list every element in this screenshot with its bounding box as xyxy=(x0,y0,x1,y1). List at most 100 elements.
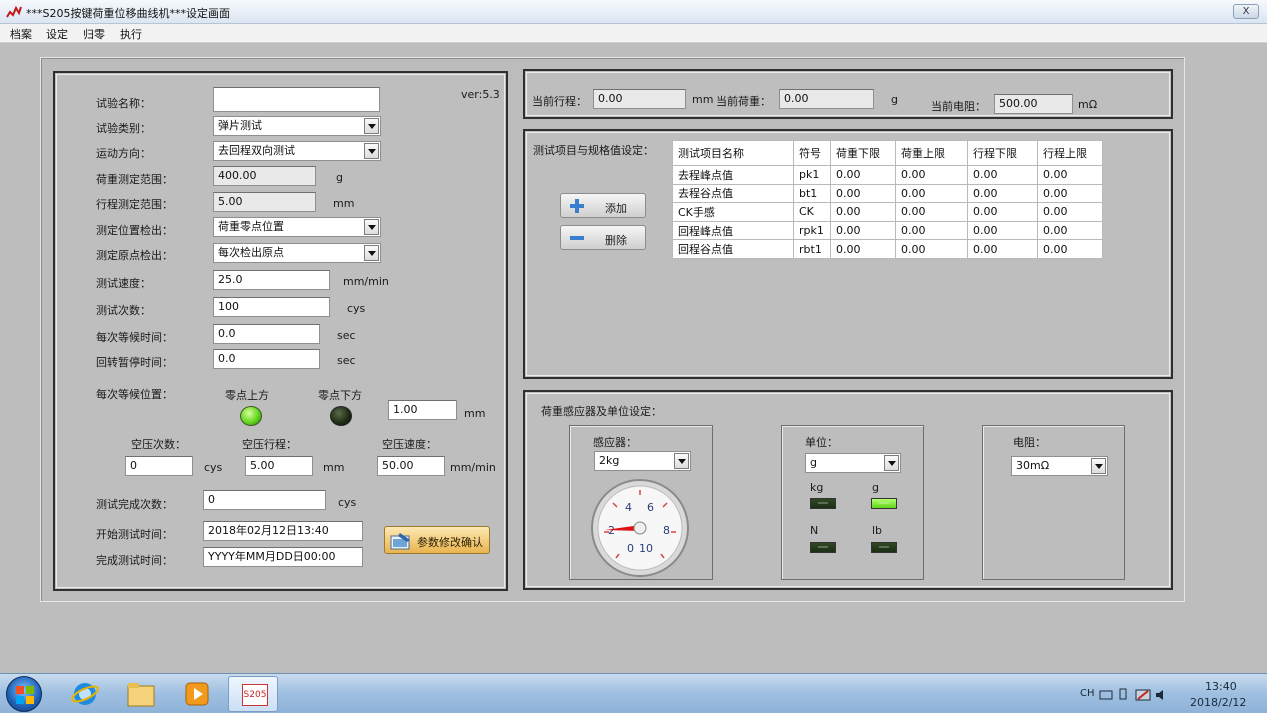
taskbar-s205[interactable]: S205 xyxy=(228,676,278,712)
taskbar-explorer[interactable] xyxy=(116,676,166,712)
origin-detect-select[interactable]: 每次检出原点 xyxy=(213,243,381,263)
table-cell[interactable]: 0.00 xyxy=(895,165,968,185)
taskbar-media[interactable] xyxy=(172,676,222,712)
start-button[interactable] xyxy=(6,676,42,712)
below-zero-indicator[interactable] xyxy=(330,406,352,426)
chevron-down-icon[interactable] xyxy=(1091,458,1106,474)
close-button[interactable]: X xyxy=(1233,4,1259,19)
position-detect-select[interactable]: 荷重零点位置 xyxy=(213,217,381,237)
air-stroke-input[interactable]: 5.00 xyxy=(245,456,313,476)
chevron-down-icon[interactable] xyxy=(364,245,379,261)
unit-select[interactable]: g xyxy=(805,453,901,473)
load-range-field[interactable]: 400.00 xyxy=(213,166,316,186)
chevron-down-icon[interactable] xyxy=(884,455,899,471)
clock-time[interactable]: 13:40 xyxy=(1205,680,1237,693)
table-cell[interactable]: bt1 xyxy=(793,183,831,204)
menu-zero[interactable]: 归零 xyxy=(83,26,105,42)
test-type-label: 试验类别： xyxy=(96,122,151,135)
table-cell[interactable]: rbt1 xyxy=(793,239,831,259)
completed-count-field[interactable]: 0 xyxy=(203,490,326,510)
add-button[interactable]: 添加 xyxy=(560,193,646,218)
current-resistance-label: 当前电阻： xyxy=(931,100,986,113)
table-cell[interactable]: 0.00 xyxy=(967,183,1038,204)
table-cell[interactable]: 0.00 xyxy=(830,165,896,185)
table-cell[interactable]: 0.00 xyxy=(1037,220,1103,241)
current-stroke-unit: mm xyxy=(692,93,714,106)
air-count-input[interactable]: 0 xyxy=(125,456,193,476)
wait-time-input[interactable]: 0.0 xyxy=(213,324,320,344)
table-cell[interactable]: 0.00 xyxy=(1037,202,1103,222)
table-cell[interactable]: 0.00 xyxy=(967,202,1038,222)
end-time-field[interactable]: YYYY年MM月DD日00:00 xyxy=(203,547,363,567)
table-cell[interactable]: 0.00 xyxy=(830,202,896,222)
table-cell[interactable]: rpk1 xyxy=(793,220,831,241)
current-stroke-field[interactable]: 0.00 xyxy=(593,89,686,109)
position-detect-value: 荷重零点位置 xyxy=(218,220,284,233)
table-cell[interactable]: 0.00 xyxy=(1037,239,1103,259)
table-cell[interactable]: 0.00 xyxy=(1037,183,1103,204)
table-cell[interactable]: 0.00 xyxy=(1037,165,1103,185)
test-name-input[interactable] xyxy=(213,87,380,112)
table-cell[interactable]: 0.00 xyxy=(895,183,968,204)
sensor-select[interactable]: 2kg xyxy=(594,451,691,471)
direction-value: 去回程双向测试 xyxy=(218,144,295,157)
test-type-select[interactable]: 弹片测试 xyxy=(213,116,381,136)
pause-time-input[interactable]: 0.0 xyxy=(213,349,320,369)
chevron-down-icon[interactable] xyxy=(364,143,379,159)
delete-label: 删除 xyxy=(605,234,627,247)
confirm-params-button[interactable]: 参数修改确认 xyxy=(384,526,490,554)
table-cell[interactable]: 0.00 xyxy=(830,183,896,204)
above-zero-indicator[interactable] xyxy=(240,406,262,426)
chevron-down-icon[interactable] xyxy=(674,453,689,469)
table-cell[interactable]: 0.00 xyxy=(830,220,896,241)
table-row[interactable]: 去程峰点值 pk1 0.00 0.00 0.00 0.00 xyxy=(672,165,1103,185)
table-cell[interactable]: 去程谷点值 xyxy=(672,183,794,204)
current-load-field[interactable]: 0.00 xyxy=(779,89,874,109)
table-cell[interactable]: 回程谷点值 xyxy=(672,239,794,259)
table-cell[interactable]: 0.00 xyxy=(967,220,1038,241)
start-time-field[interactable]: 2018年02月12日13:40 xyxy=(203,521,363,541)
table-cell[interactable]: 0.00 xyxy=(967,239,1038,259)
menu-file[interactable]: 档案 xyxy=(10,26,32,42)
gauge-tick-label: 0 xyxy=(627,542,634,555)
table-cell[interactable]: 0.00 xyxy=(967,165,1038,185)
table-cell[interactable]: pk1 xyxy=(793,165,831,185)
wait-position-input[interactable]: 1.00 xyxy=(388,400,457,420)
gauge-tick-label: 4 xyxy=(625,501,632,514)
version-label: ver:5.3 xyxy=(461,88,500,101)
speed-input[interactable]: 25.0 xyxy=(213,270,330,290)
air-speed-input[interactable]: 50.00 xyxy=(377,456,445,476)
unit-value: g xyxy=(810,456,817,469)
table-row[interactable]: CK手感 CK 0.00 0.00 0.00 0.00 xyxy=(672,202,1103,222)
table-row[interactable]: 回程谷点值 rbt1 0.00 0.00 0.00 0.00 xyxy=(672,239,1103,259)
delete-button[interactable]: 删除 xyxy=(560,225,646,250)
input-language-indicator[interactable]: CH xyxy=(1080,688,1095,699)
direction-select[interactable]: 去回程双向测试 xyxy=(213,141,381,161)
air-count-unit: cys xyxy=(204,461,223,474)
current-resistance-unit: mΩ xyxy=(1078,98,1098,111)
table-cell[interactable]: CK手感 xyxy=(672,202,794,222)
table-cell[interactable]: CK xyxy=(793,202,831,222)
menu-run[interactable]: 执行 xyxy=(120,26,142,42)
table-cell[interactable]: 0.00 xyxy=(895,202,968,222)
unit-g-label: g xyxy=(872,481,879,494)
resistance-select[interactable]: 30mΩ xyxy=(1011,456,1108,476)
chevron-down-icon[interactable] xyxy=(364,118,379,134)
table-cell[interactable]: 去程峰点值 xyxy=(672,165,794,185)
table-cell[interactable]: 0.00 xyxy=(895,239,968,259)
stroke-range-field[interactable]: 5.00 xyxy=(213,192,316,212)
table-cell[interactable]: 回程峰点值 xyxy=(672,220,794,241)
taskbar-ie[interactable] xyxy=(60,676,110,712)
chevron-down-icon[interactable] xyxy=(364,219,379,235)
completed-count-unit: cys xyxy=(338,496,357,509)
menu-settings[interactable]: 设定 xyxy=(46,26,68,42)
current-resistance-field[interactable]: 500.00 xyxy=(994,94,1073,114)
gauge-tick-label: 8 xyxy=(663,524,670,537)
test-count-input[interactable]: 100 xyxy=(213,297,330,317)
table-cell[interactable]: 0.00 xyxy=(895,220,968,241)
table-row[interactable]: 回程峰点值 rpk1 0.00 0.00 0.00 0.00 xyxy=(672,220,1103,241)
clock-date[interactable]: 2018/2/12 xyxy=(1190,696,1246,709)
table-row[interactable]: 去程谷点值 bt1 0.00 0.00 0.00 0.00 xyxy=(672,183,1103,204)
table-cell[interactable]: 0.00 xyxy=(830,239,896,259)
internet-explorer-icon xyxy=(71,683,99,705)
